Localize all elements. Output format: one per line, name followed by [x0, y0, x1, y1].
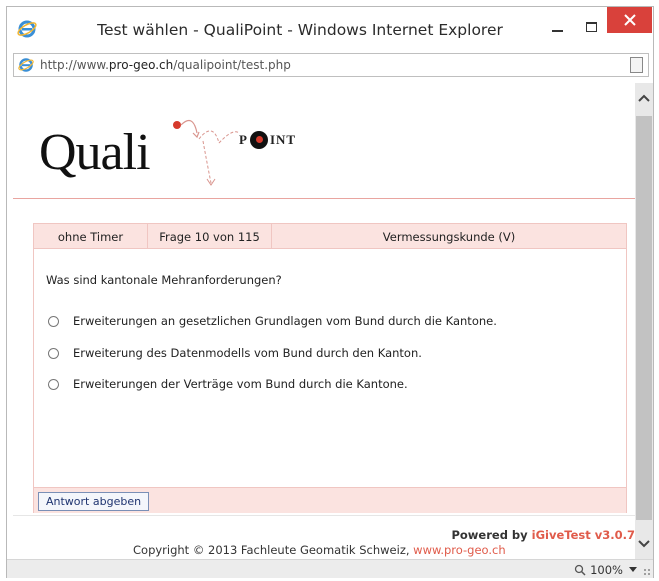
timer-status: ohne Timer [34, 224, 148, 249]
answer-option[interactable]: Erweiterung des Datenmodells vom Bund du… [48, 346, 422, 360]
igivetest-link[interactable]: iGiveTest v3.0.7 [532, 528, 635, 542]
zoom-level[interactable]: 100% [590, 563, 623, 577]
header-divider [13, 198, 635, 199]
scroll-down-icon [638, 540, 650, 548]
question-progress: Frage 10 von 115 [148, 224, 272, 249]
subject-label: Vermessungskunde (V) [382, 229, 516, 244]
powered-prefix: Powered by [451, 528, 532, 542]
logo-point-p: P [239, 132, 248, 147]
submit-answer-button[interactable]: Antwort abgeben [38, 492, 150, 511]
maximize-button[interactable] [576, 13, 606, 41]
chevron-down-icon[interactable] [629, 567, 637, 572]
vertical-scrollbar[interactable] [635, 83, 653, 559]
logo-point-o [249, 131, 268, 149]
window-title: Test wählen - QualiPoint - Windows Inter… [97, 21, 503, 39]
url-prefix: http://www. [40, 58, 109, 72]
answer-label[interactable]: Erweiterungen der Verträge vom Bund durc… [73, 377, 408, 391]
answer-radio[interactable] [48, 315, 59, 327]
logo-quali-text: Quali [39, 124, 151, 181]
answer-radio[interactable] [48, 378, 59, 390]
close-button[interactable] [607, 7, 652, 33]
answer-label[interactable]: Erweiterungen an gesetzlichen Grundlagen… [73, 314, 497, 328]
answer-radio[interactable] [48, 347, 59, 359]
close-icon [623, 14, 636, 26]
test-panel: ohne Timer Frage 10 von 115 Vermessungsk… [33, 223, 627, 513]
qualipoint-logo: Quali P INT [13, 83, 635, 195]
answer-option[interactable]: Erweiterungen an gesetzlichen Grundlagen… [48, 314, 497, 328]
scroll-down-button[interactable] [635, 529, 653, 559]
test-info-row: ohne Timer Frage 10 von 115 Vermessungsk… [34, 224, 626, 249]
url-path: /qualipoint/test.php [173, 58, 291, 72]
address-url[interactable]: http://www.pro-geo.ch/qualipoint/test.ph… [40, 58, 291, 72]
maximize-icon [585, 22, 597, 32]
address-bar[interactable]: http://www.pro-geo.ch/qualipoint/test.ph… [13, 53, 649, 77]
logo-bounce-graphic [173, 119, 240, 186]
title-bar: Test wählen - QualiPoint - Windows Inter… [7, 7, 653, 51]
answer-label[interactable]: Erweiterung des Datenmodells vom Bund du… [73, 346, 422, 360]
page-content: Quali P INT ohne Timer Frage 10 von 115 [13, 83, 635, 559]
answer-option[interactable]: Erweiterungen der Verträge vom Bund durc… [48, 377, 408, 391]
minimize-button[interactable] [542, 13, 572, 41]
copyright-prefix: Copyright © 2013 Fachleute Geomatik Schw… [133, 543, 414, 557]
page-footer: Powered by iGiveTest v3.0.7 Copyright © … [13, 515, 635, 559]
question-text: Was sind kantonale Mehranforderungen? [46, 273, 282, 287]
logo-point-rest: INT [269, 132, 297, 147]
scroll-up-icon [638, 94, 650, 102]
scroll-up-button[interactable] [635, 83, 653, 113]
scroll-thumb[interactable] [636, 116, 652, 520]
zoom-control[interactable]: 100% [574, 563, 623, 577]
status-bar: 100% [7, 559, 653, 578]
copyright: Copyright © 2013 Fachleute Geomatik Schw… [133, 543, 506, 557]
submit-row: Antwort abgeben [34, 487, 626, 513]
ie-logo-icon [18, 58, 34, 72]
logo-point-text: P INT [239, 131, 296, 149]
url-domain: pro-geo.ch [108, 58, 174, 72]
powered-by: Powered by iGiveTest v3.0.7 [451, 528, 635, 542]
browser-window: Test wählen - QualiPoint - Windows Inter… [6, 6, 654, 578]
page-icon[interactable] [630, 57, 643, 73]
resize-grip-icon[interactable] [643, 568, 651, 576]
pro-geo-link[interactable]: www.pro-geo.ch [413, 543, 505, 557]
minimize-icon [551, 30, 563, 32]
zoom-icon [574, 564, 586, 576]
